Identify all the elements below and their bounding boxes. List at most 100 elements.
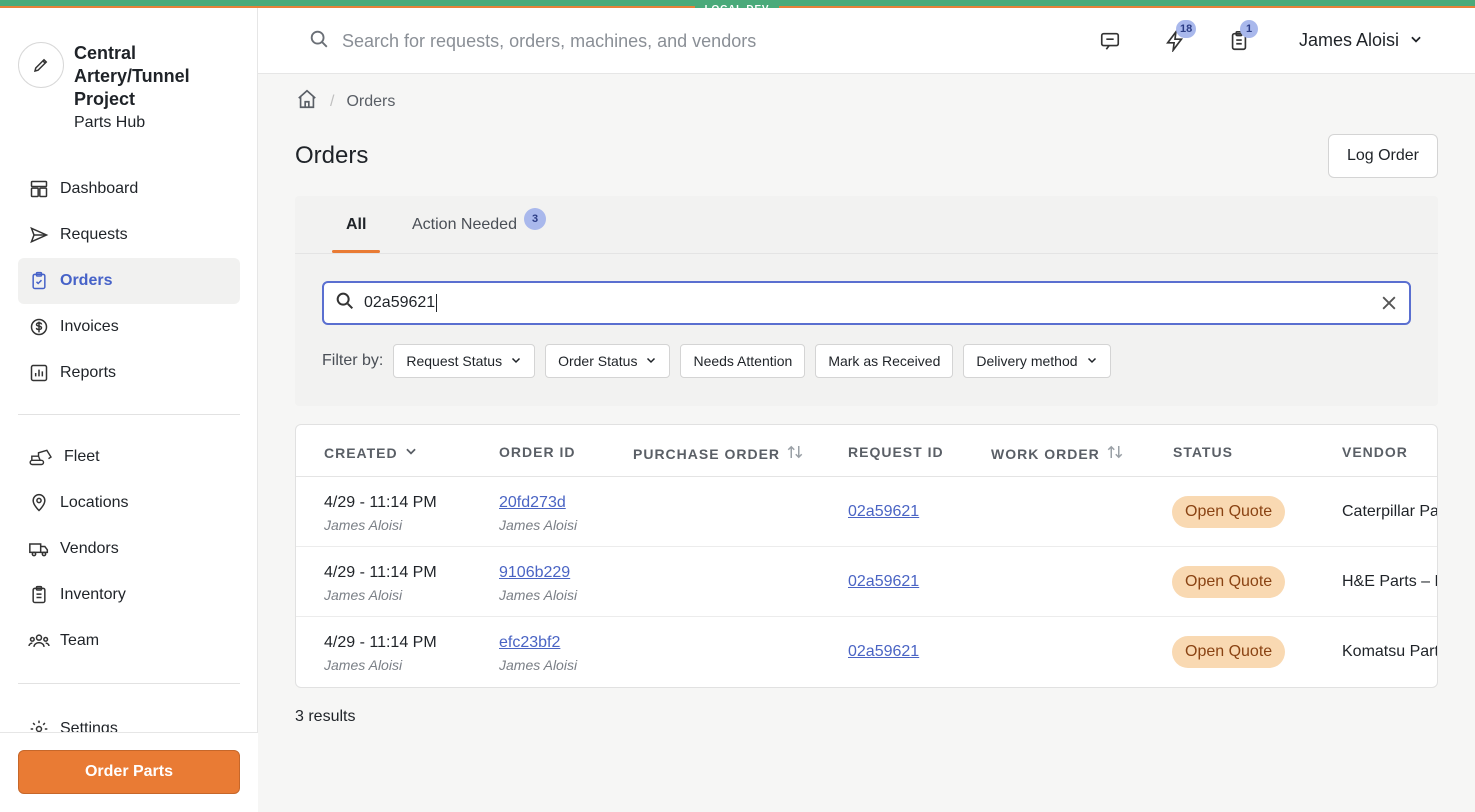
sidebar-item-vendors[interactable]: Vendors [18, 526, 240, 572]
top-header: Search for requests, orders, machines, a… [258, 8, 1475, 74]
filters-row: Filter by: Request Status Order Status N… [322, 344, 1121, 378]
order-by: James Aloisi [499, 587, 578, 603]
column-created[interactable]: CREATED [324, 444, 418, 461]
close-icon[interactable] [1379, 293, 1399, 318]
sidebar-item-label: Team [60, 632, 100, 649]
sidebar-item-label: Dashboard [60, 180, 139, 197]
order-parts-button[interactable]: Order Parts [18, 750, 240, 794]
sidebar-item-label: Vendors [60, 540, 119, 557]
search-icon [308, 28, 330, 55]
nav-secondary: Fleet Locations Vendors Inventory Team [18, 434, 240, 664]
status-badge: Open Quote [1172, 636, 1286, 668]
sidebar-item-fleet[interactable]: Fleet [18, 434, 240, 480]
request-id-link[interactable]: 02a59621 [848, 503, 919, 521]
chat-icon [1100, 32, 1120, 50]
created-date: 4/29 - 11:14 PM [324, 634, 437, 651]
order-by: James Aloisi [499, 517, 578, 533]
brand-sub: Parts Hub [74, 114, 146, 131]
vendor-name: H&E Parts – E [1342, 573, 1438, 590]
clipboard-check-icon [28, 270, 50, 292]
order-id-link[interactable]: efc23bf2 [499, 634, 560, 652]
chevron-down-icon [510, 353, 522, 369]
sidebar-item-invoices[interactable]: Invoices [18, 304, 240, 350]
sidebar-item-dashboard[interactable]: Dashboard [18, 166, 240, 212]
team-icon [28, 630, 50, 652]
global-search[interactable]: Search for requests, orders, machines, a… [308, 28, 756, 55]
sort-icon [1106, 444, 1124, 463]
filter-panel: All Action Needed 3 02a59621 Filter by: … [295, 196, 1438, 406]
home-icon[interactable] [296, 88, 318, 115]
tasks-count-badge: 1 [1240, 20, 1258, 38]
tab-action-needed[interactable]: Action Needed 3 [412, 208, 546, 234]
request-id-link[interactable]: 02a59621 [848, 643, 919, 661]
orders-table: CREATED ORDER ID PURCHASE ORDER REQUEST … [295, 424, 1438, 688]
tasks-button[interactable]: 1 [1226, 20, 1258, 54]
sidebar-divider [18, 683, 240, 684]
filter-request-status[interactable]: Request Status [393, 344, 536, 378]
sidebar-item-requests[interactable]: Requests [18, 212, 240, 258]
search-icon [334, 290, 356, 317]
column-status: STATUS [1173, 444, 1233, 460]
filter-delivery-method[interactable]: Delivery method [963, 344, 1111, 378]
filter-label: Filter by: [322, 352, 384, 369]
breadcrumb-separator: / [330, 92, 335, 110]
sidebar: Central Artery/Tunnel Project Parts Hub … [0, 8, 258, 812]
created-by: James Aloisi [324, 657, 403, 673]
sidebar-item-orders[interactable]: Orders [18, 258, 240, 304]
column-purchase-order[interactable]: PURCHASE ORDER [633, 444, 804, 463]
sidebar-item-label: Requests [60, 226, 128, 243]
table-header: CREATED ORDER ID PURCHASE ORDER REQUEST … [296, 425, 1437, 477]
breadcrumb-current: Orders [346, 92, 396, 110]
vendor-name: Caterpillar Parts [1342, 503, 1438, 520]
map-pin-icon [28, 492, 50, 514]
column-order-id: ORDER ID [499, 444, 576, 460]
column-request-id: REQUEST ID [848, 444, 944, 460]
nav-primary: Dashboard Requests Orders Invoices Repor… [18, 166, 240, 396]
sidebar-item-label: Orders [60, 272, 113, 289]
created-date: 4/29 - 11:14 PM [324, 564, 437, 581]
user-name: James Aloisi [1299, 30, 1400, 50]
order-id-link[interactable]: 9106b229 [499, 564, 570, 582]
notifications-button[interactable]: 18 [1162, 20, 1197, 54]
sidebar-item-inventory[interactable]: Inventory [18, 572, 240, 618]
sort-icon [786, 444, 804, 463]
log-order-button[interactable]: Log Order [1328, 134, 1438, 178]
status-badge: Open Quote [1172, 566, 1286, 598]
chevron-down-icon [404, 444, 418, 461]
sidebar-item-team[interactable]: Team [18, 618, 240, 664]
chevron-down-icon [1409, 30, 1423, 51]
bar-chart-icon [28, 362, 50, 384]
truck-icon [28, 538, 50, 560]
filter-mark-as-received[interactable]: Mark as Received [815, 344, 954, 378]
table-row[interactable]: 4/29 - 11:14 PM James Aloisi 9106b229 Ja… [296, 547, 1438, 617]
sidebar-item-reports[interactable]: Reports [18, 350, 240, 396]
request-id-link[interactable]: 02a59621 [848, 573, 919, 591]
user-menu[interactable]: James Aloisi [1299, 30, 1423, 51]
sidebar-item-label: Invoices [60, 318, 119, 335]
filter-order-status[interactable]: Order Status [545, 344, 671, 378]
excavator-icon [28, 446, 54, 468]
pencil-icon [18, 42, 64, 88]
notifications-count-badge: 18 [1176, 20, 1197, 38]
active-tab-indicator [332, 250, 380, 253]
messages-button[interactable] [1097, 28, 1123, 54]
results-count: 3 results [295, 708, 356, 725]
dashboard-icon [28, 178, 50, 200]
column-work-order[interactable]: WORK ORDER [991, 444, 1124, 463]
table-row[interactable]: 4/29 - 11:14 PM James Aloisi 20fd273d Ja… [296, 477, 1438, 547]
table-row[interactable]: 4/29 - 11:14 PM James Aloisi efc23bf2 Ja… [296, 617, 1437, 687]
sidebar-item-locations[interactable]: Locations [18, 480, 240, 526]
tab-all[interactable]: All [346, 216, 366, 234]
created-by: James Aloisi [324, 517, 403, 533]
page-title: Orders [295, 142, 369, 169]
order-id-link[interactable]: 20fd273d [499, 494, 566, 512]
filter-needs-attention[interactable]: Needs Attention [680, 344, 806, 378]
search-value: 02a59621 [364, 293, 438, 312]
column-vendor: VENDOR [1342, 444, 1408, 460]
created-by: James Aloisi [324, 587, 403, 603]
order-by: James Aloisi [499, 657, 578, 673]
sidebar-divider [18, 414, 240, 415]
orders-search-input[interactable]: 02a59621 [322, 281, 1411, 325]
clipboard-list-icon [28, 584, 50, 606]
brand-name: Central Artery/Tunnel Project [74, 43, 190, 109]
